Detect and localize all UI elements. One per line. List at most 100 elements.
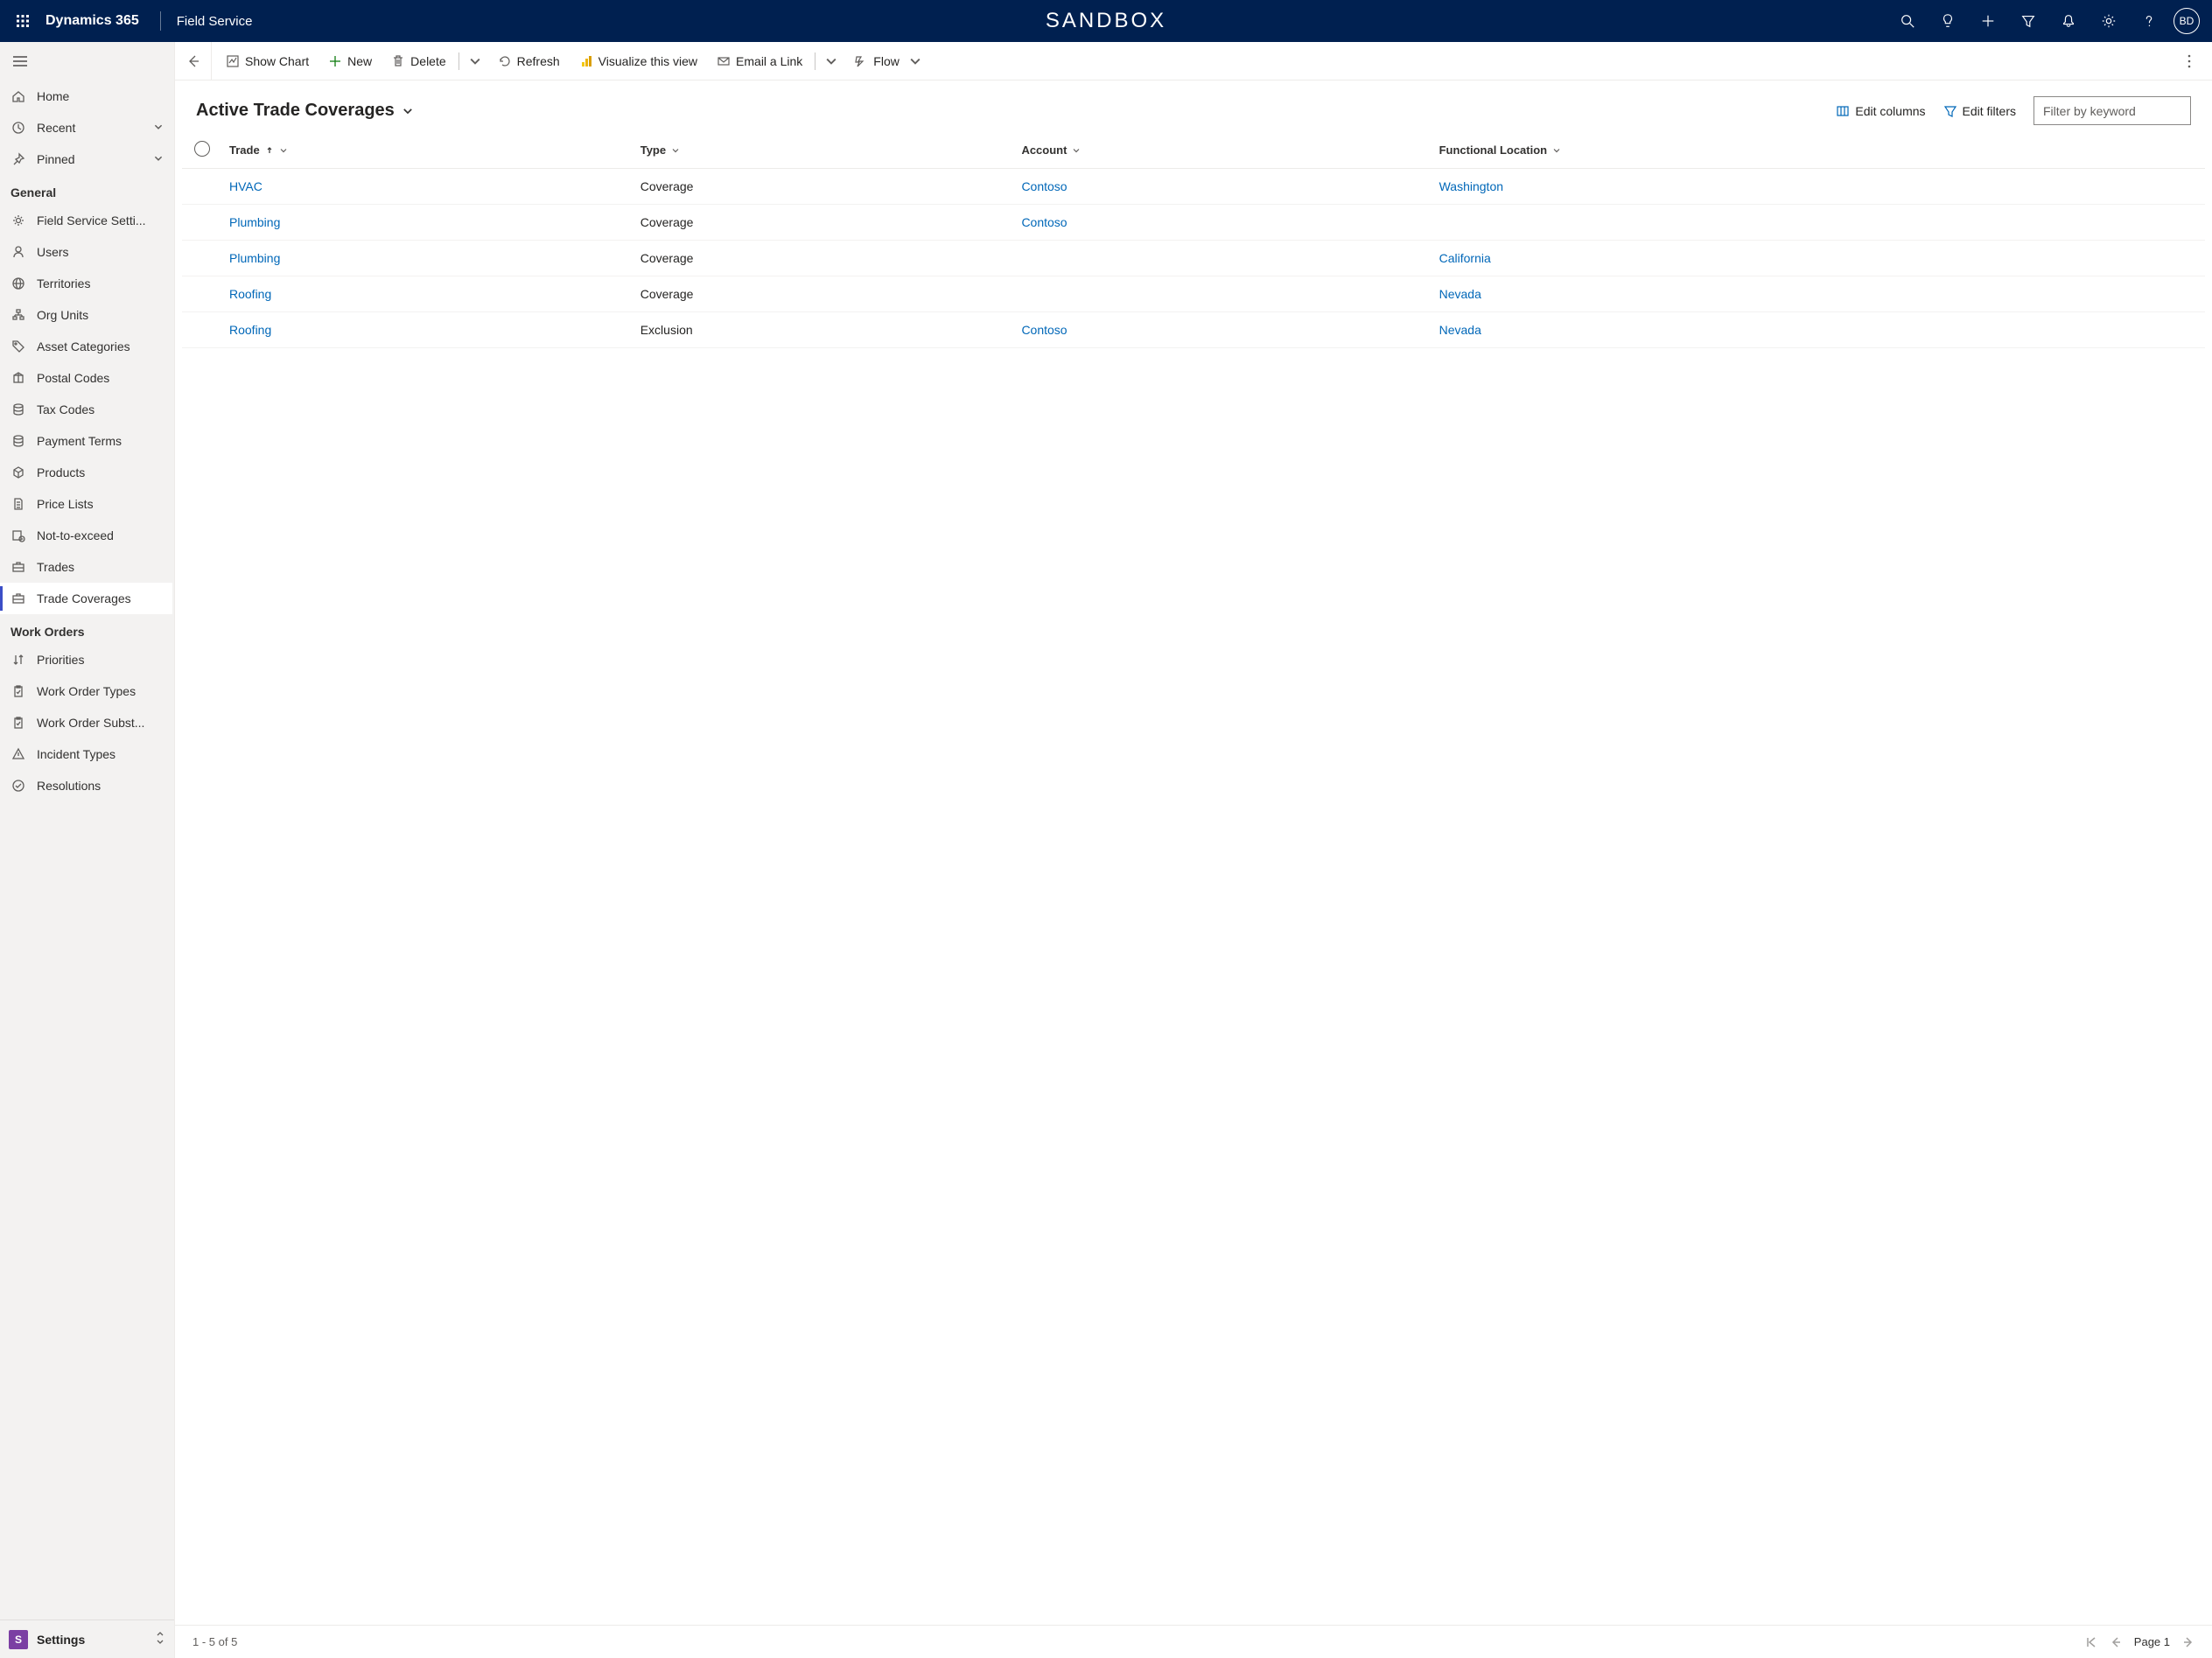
brand[interactable]: Dynamics 365 [46,13,139,29]
select-all-column[interactable] [182,132,222,169]
sidebar-item-label: Territories [37,276,172,290]
sidebar-item[interactable]: Not-to-exceed [0,520,172,551]
funnel-icon [1943,104,1957,118]
row-select[interactable] [182,241,222,276]
area-switcher[interactable]: S Settings [0,1620,174,1658]
trade-link[interactable]: Roofing [229,323,271,337]
sidebar-item[interactable]: Priorities [0,644,172,675]
check-icon [10,778,26,794]
sidebar-item[interactable]: Org Units [0,299,172,331]
clipboard-icon [10,683,26,699]
new-button[interactable]: New [319,42,381,80]
location-link[interactable]: Nevada [1439,287,1481,301]
org-icon [10,307,26,323]
flow-button[interactable]: Flow [845,42,931,80]
table-row[interactable]: Roofing Coverage Nevada [182,276,2205,312]
sidebar-item-label: Field Service Setti... [37,213,172,227]
location-link[interactable]: California [1439,251,1491,265]
table-row[interactable]: RoofingExclusionContosoNevada [182,312,2205,348]
sidebar-item[interactable]: Payment Terms [0,425,172,457]
view-selector[interactable]: Active Trade Coverages [196,101,414,121]
sidebar-item[interactable]: Territories [0,268,172,299]
row-select[interactable] [182,312,222,348]
delete-split-chevron[interactable] [463,42,487,80]
bell-icon[interactable] [2049,2,2088,40]
table-row[interactable]: PlumbingCoverageContoso [182,205,2205,241]
sidebar-item[interactable]: Work Order Subst... [0,707,172,738]
type-cell: Coverage [634,276,1015,312]
select-all-circle[interactable] [194,141,210,157]
plus-icon [328,54,342,68]
table-row[interactable]: PlumbingCoverageCalifornia [182,241,2205,276]
plus-icon[interactable] [1969,2,2007,40]
filter-keyword-input[interactable] [2034,96,2191,125]
sidebar-item[interactable]: Products [0,457,172,488]
table-row[interactable]: HVACCoverageContosoWashington [182,169,2205,205]
sidebar-item-home[interactable]: Home [0,80,172,112]
sidebar-item[interactable]: Postal Codes [0,362,172,394]
trade-link[interactable]: Roofing [229,287,271,301]
column-header[interactable]: Type [634,132,1015,169]
delete-button[interactable]: Delete [382,42,454,80]
avatar[interactable]: BD [2174,8,2200,34]
gear-icon[interactable] [2090,2,2128,40]
pin-icon [10,151,26,167]
sidebar-item-label: Payment Terms [37,434,172,448]
hamburger-icon[interactable] [0,42,174,80]
row-select[interactable] [182,169,222,205]
trade-link[interactable]: Plumbing [229,251,280,265]
location-link[interactable]: Washington [1439,179,1503,193]
sidebar-item[interactable]: Work Order Types [0,675,172,707]
row-select[interactable] [182,276,222,312]
sidebar-item[interactable]: Resolutions [0,770,172,801]
sidebar-item[interactable]: Tax Codes [0,394,172,425]
sidebar-item[interactable]: Price Lists [0,488,172,520]
filter-icon[interactable] [2009,2,2048,40]
chevron-down-icon [153,152,164,166]
account-link[interactable]: Contoso [1021,179,1067,193]
email-link-button[interactable]: Email a Link [708,42,811,80]
column-header[interactable]: Account [1014,132,1432,169]
app-launcher-icon[interactable] [7,5,38,37]
sidebar-item[interactable]: Incident Types [0,738,172,770]
updown-icon [155,1631,165,1648]
column-header[interactable]: Functional Location [1432,132,2205,169]
sort-asc-icon [265,146,274,155]
sidebar-item-label: Work Order Types [37,684,172,698]
visualize-button[interactable]: Visualize this view [570,42,706,80]
column-header[interactable]: Trade [222,132,634,169]
search-icon[interactable] [1888,2,1927,40]
trade-link[interactable]: HVAC [229,179,262,193]
location-link[interactable]: Nevada [1439,323,1481,337]
overflow-button[interactable] [2174,54,2205,68]
prev-page-icon[interactable] [2110,1636,2122,1648]
account-link[interactable]: Contoso [1021,323,1067,337]
sidebar-item[interactable]: Trades [0,551,172,583]
sidebar-item[interactable]: Trade Coverages [0,583,172,614]
help-icon[interactable] [2130,2,2168,40]
sidebar-item-recent[interactable]: Recent [0,112,172,143]
back-button[interactable] [175,42,212,80]
trade-link[interactable]: Plumbing [229,215,280,229]
sidebar-item[interactable]: Asset Categories [0,331,172,362]
refresh-button[interactable]: Refresh [489,42,569,80]
show-chart-button[interactable]: Show Chart [217,42,318,80]
next-page-icon[interactable] [2182,1636,2194,1648]
app-name[interactable]: Field Service [177,14,253,29]
sidebar-item-label: Recent [37,121,143,135]
edit-filters-button[interactable]: Edit filters [1943,104,2016,118]
lightbulb-icon[interactable] [1928,2,1967,40]
sidebar: HomeRecentPinnedGeneralField Service Set… [0,42,175,1658]
email-split-chevron[interactable] [819,42,844,80]
row-select[interactable] [182,205,222,241]
first-page-icon[interactable] [2085,1636,2097,1648]
home-icon [10,88,26,104]
edit-columns-button[interactable]: Edit columns [1836,104,1925,118]
sidebar-item-pinned[interactable]: Pinned [0,143,172,175]
trash-icon [391,54,405,68]
sidebar-item[interactable]: Field Service Setti... [0,205,172,236]
separator [160,11,161,31]
clipboard-icon [10,715,26,731]
sidebar-item[interactable]: Users [0,236,172,268]
account-link[interactable]: Contoso [1021,215,1067,229]
